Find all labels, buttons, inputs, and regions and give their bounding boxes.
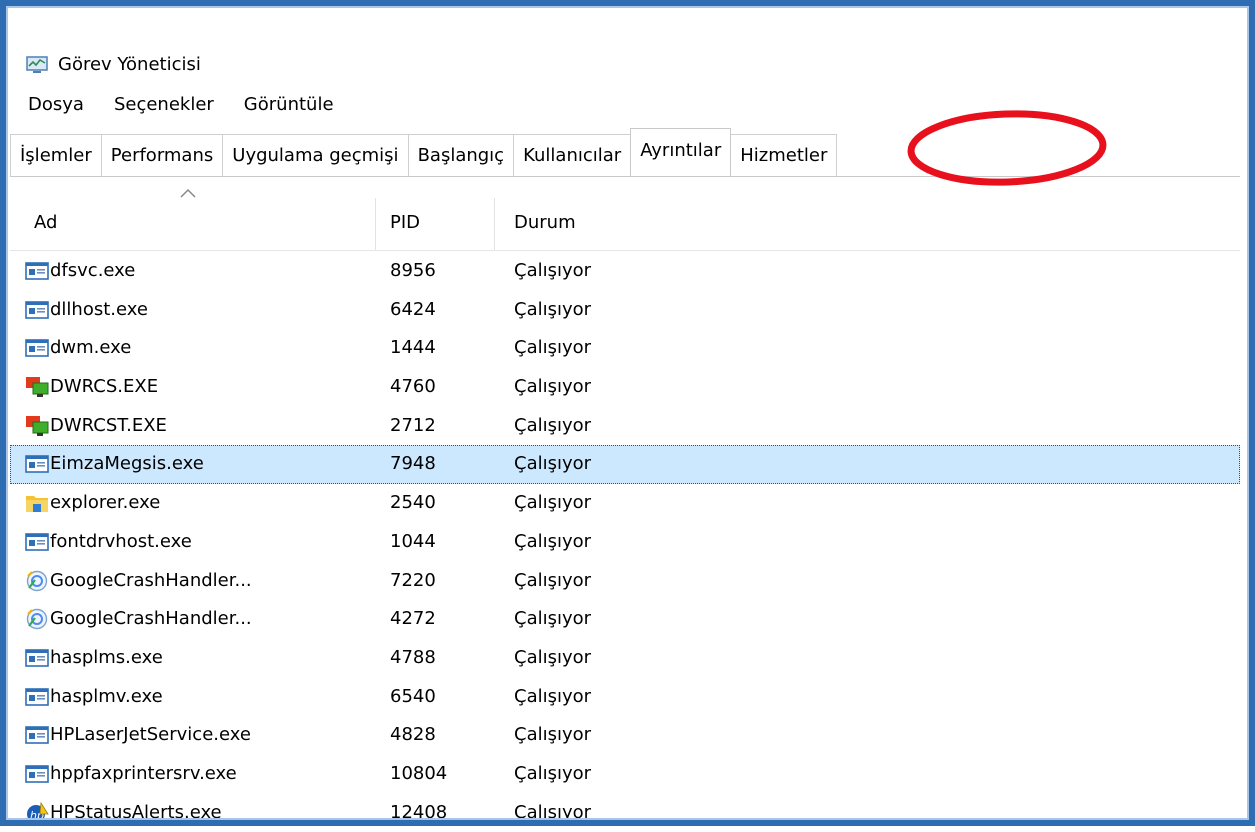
- app-window-icon: [25, 337, 49, 359]
- column-header-status[interactable]: Durum: [514, 212, 576, 233]
- tab-strip: İşlemler Performans Uygulama geçmişi Baş…: [10, 126, 1240, 177]
- process-status: Çalışıyor: [514, 414, 592, 436]
- google-update-icon: [25, 608, 49, 630]
- process-status: Çalışıyor: [514, 801, 592, 823]
- table-row[interactable]: hasplmv.exe 6540 Çalışıyor: [10, 678, 1240, 717]
- process-name: EimzaMegsis.exe: [50, 453, 204, 475]
- remote-control-icon: [25, 376, 49, 398]
- table-row[interactable]: fontdrvhost.exe 1044 Çalışıyor: [10, 523, 1240, 562]
- table-row[interactable]: EimzaMegsis.exe 7948 Çalışıyor: [10, 445, 1240, 485]
- process-name: dwm.exe: [50, 337, 132, 359]
- table-row[interactable]: DWRCS.EXE 4760 Çalışıyor: [10, 368, 1240, 407]
- process-pid: 6424: [390, 298, 436, 320]
- table-row[interactable]: GoogleCrashHandler... 4272 Çalışıyor: [10, 600, 1240, 639]
- process-name: hasplmv.exe: [50, 685, 163, 707]
- process-pid: 1444: [390, 337, 436, 359]
- process-status: Çalışıyor: [514, 298, 592, 320]
- process-pid: 8956: [390, 260, 436, 281]
- table-row[interactable]: hppfaxprintersrv.exe 10804 Çalışıyor: [10, 755, 1240, 794]
- table-row[interactable]: hp HPStatusAlerts.exe 12408 Çalışıyor: [10, 794, 1240, 832]
- tab-services[interactable]: Hizmetler: [730, 134, 838, 176]
- process-name: hppfaxprintersrv.exe: [50, 762, 237, 784]
- process-name: fontdrvhost.exe: [50, 530, 192, 552]
- process-pid: 7948: [390, 453, 436, 475]
- tab-processes[interactable]: İşlemler: [10, 134, 102, 176]
- app-window-icon: [25, 531, 49, 553]
- process-name: HPStatusAlerts.exe: [50, 801, 222, 823]
- table-row[interactable]: explorer.exe 2540 Çalışıyor: [10, 484, 1240, 523]
- app-window-icon: [25, 299, 49, 321]
- process-name: HPLaserJetService.exe: [50, 724, 251, 746]
- app-window-icon: [25, 724, 49, 746]
- process-status: Çalışıyor: [514, 492, 592, 514]
- process-name: explorer.exe: [50, 492, 161, 514]
- process-pid: 2712: [390, 414, 436, 436]
- hp-alert-icon: hp: [25, 801, 49, 824]
- process-pid: 4788: [390, 646, 436, 668]
- app-window-icon: [25, 647, 49, 669]
- process-status: Çalışıyor: [514, 608, 592, 630]
- process-status: Çalışıyor: [514, 530, 592, 552]
- process-pid: 4272: [390, 608, 436, 630]
- column-header-pid[interactable]: PID: [390, 212, 420, 233]
- process-list: dfsvc.exe 8956 Çalışıyor dllhost.exe 6424 Çal…: [10, 252, 1240, 832]
- process-pid: 2540: [390, 492, 436, 514]
- tab-performance[interactable]: Performans: [100, 134, 224, 176]
- app-window-icon: [25, 686, 49, 708]
- process-status: Çalışıyor: [514, 762, 592, 784]
- process-name: dfsvc.exe: [50, 260, 136, 281]
- column-header-name[interactable]: Ad: [34, 212, 57, 233]
- process-pid: 10804: [390, 762, 448, 784]
- process-status: Çalışıyor: [514, 337, 592, 359]
- process-status: Çalışıyor: [514, 685, 592, 707]
- table-row[interactable]: dfsvc.exe 8956 Çalışıyor: [10, 252, 1240, 291]
- title-bar: Görev Yöneticisi: [26, 50, 201, 78]
- window-title: Görev Yöneticisi: [58, 53, 201, 75]
- process-name: GoogleCrashHandler...: [50, 569, 252, 591]
- tab-app-history[interactable]: Uygulama geçmişi: [222, 134, 409, 176]
- process-status: Çalışıyor: [514, 260, 592, 281]
- process-name: DWRCST.EXE: [50, 414, 167, 436]
- process-status: Çalışıyor: [514, 376, 592, 398]
- process-status: Çalışıyor: [514, 724, 592, 746]
- process-status: Çalışıyor: [514, 569, 592, 591]
- task-manager-icon: [26, 56, 48, 73]
- process-pid: 4760: [390, 376, 436, 398]
- table-row[interactable]: GoogleCrashHandler... 7220 Çalışıyor: [10, 562, 1240, 601]
- process-status: Çalışıyor: [514, 646, 592, 668]
- process-pid: 12408: [390, 801, 448, 823]
- menu-view[interactable]: Görüntüle: [242, 92, 336, 117]
- process-name: hasplms.exe: [50, 646, 163, 668]
- table-row[interactable]: DWRCST.EXE 2712 Çalışıyor: [10, 407, 1240, 446]
- app-window-icon: [25, 453, 49, 475]
- process-pid: 6540: [390, 685, 436, 707]
- tab-details[interactable]: Ayrıntılar: [630, 128, 732, 176]
- process-pid: 1044: [390, 530, 436, 552]
- column-separator[interactable]: [375, 198, 376, 250]
- process-pid: 7220: [390, 569, 436, 591]
- app-window-icon: [25, 260, 49, 282]
- process-name: DWRCS.EXE: [50, 376, 159, 398]
- sort-ascending-icon: [180, 188, 196, 198]
- google-update-icon: [25, 570, 49, 592]
- menu-bar: Dosya Seçenekler Görüntüle: [26, 88, 362, 120]
- tab-users[interactable]: Kullanıcılar: [513, 134, 632, 176]
- app-window-icon: [25, 763, 49, 785]
- table-row[interactable]: HPLaserJetService.exe 4828 Çalışıyor: [10, 716, 1240, 755]
- table-header: Ad PID Durum: [10, 190, 1240, 251]
- table-row[interactable]: dwm.exe 1444 Çalışıyor: [10, 329, 1240, 368]
- table-row[interactable]: dllhost.exe 6424 Çalışıyor: [10, 291, 1240, 330]
- remote-control-icon: [25, 415, 49, 437]
- process-pid: 4828: [390, 724, 436, 746]
- column-separator[interactable]: [494, 198, 495, 250]
- table-row[interactable]: hasplms.exe 4788 Çalışıyor: [10, 639, 1240, 678]
- tab-startup[interactable]: Başlangıç: [407, 134, 515, 176]
- process-name: dllhost.exe: [50, 298, 148, 320]
- process-name: GoogleCrashHandler...: [50, 608, 252, 630]
- menu-options[interactable]: Seçenekler: [112, 92, 216, 117]
- process-status: Çalışıyor: [514, 453, 592, 475]
- menu-file[interactable]: Dosya: [26, 92, 86, 117]
- folder-icon: [25, 492, 49, 514]
